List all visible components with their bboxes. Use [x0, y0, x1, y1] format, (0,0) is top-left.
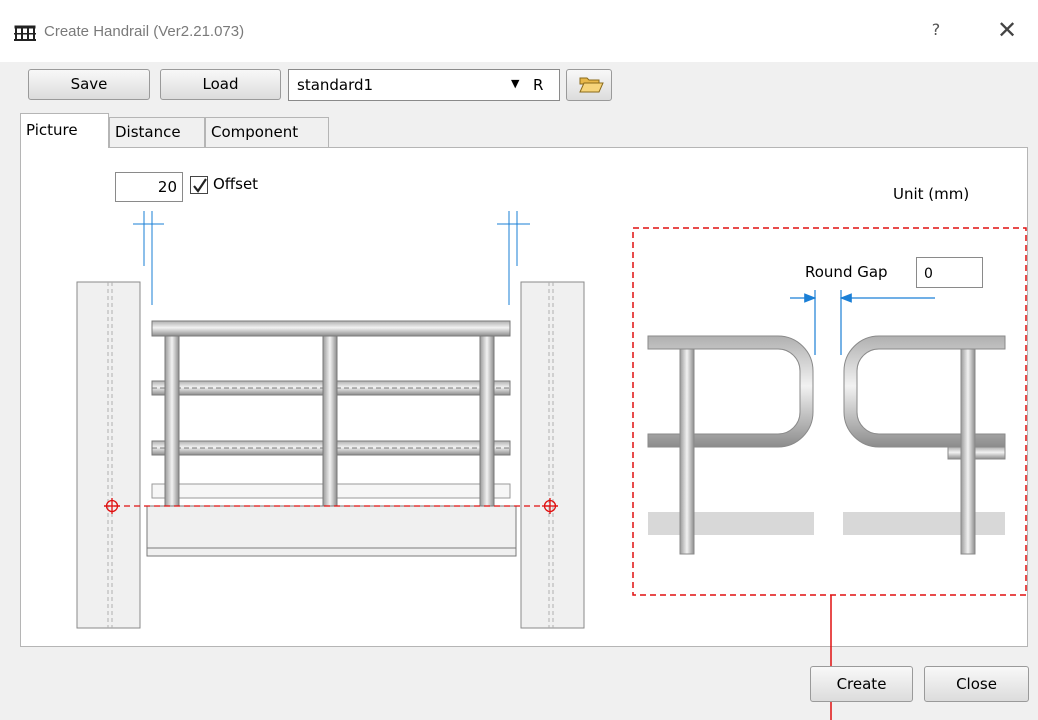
create-button[interactable]: Create: [810, 666, 913, 702]
handrail-diagram: [76, 211, 1027, 720]
round-gap-label: Round Gap: [805, 263, 888, 281]
handrail-frame: [146, 320, 517, 557]
round-end-right-detail: [843, 335, 1006, 555]
checkmark-icon: [193, 178, 207, 193]
offset-input[interactable]: 20: [115, 172, 183, 202]
left-column: [76, 281, 141, 629]
close-button[interactable]: Close: [924, 666, 1029, 702]
round-gap-input[interactable]: 0: [916, 257, 983, 288]
offset-checkbox[interactable]: [190, 176, 208, 194]
unit-label: Unit (mm): [893, 185, 970, 203]
offset-label: Offset: [213, 175, 259, 193]
right-column: [520, 281, 585, 629]
round-end-left-detail: [647, 335, 814, 555]
tab-picture[interactable]: Picture: [20, 113, 109, 148]
